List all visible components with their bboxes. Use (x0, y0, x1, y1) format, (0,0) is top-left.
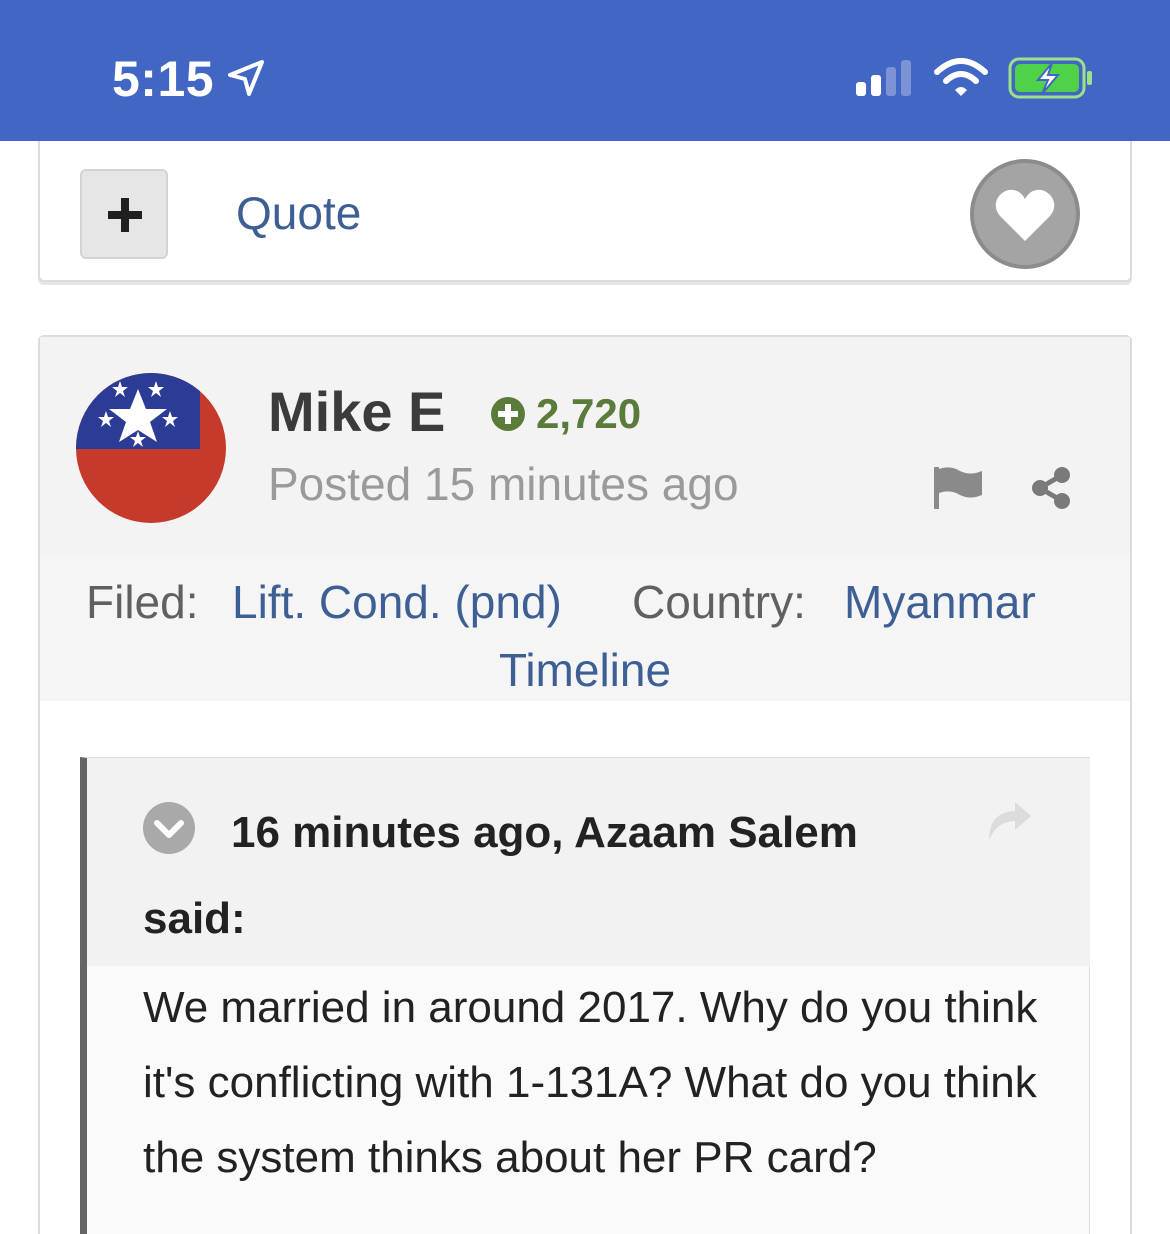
reputation-badge: 2,720 (490, 390, 642, 437)
report-flag-icon[interactable] (932, 465, 984, 511)
signal-icon (856, 60, 911, 96)
avatar[interactable] (76, 373, 226, 523)
quote-block: 16 minutes ago, Azaam Salem said: We mar… (80, 757, 1090, 1234)
post-header: Mike E 2,720 Posted 15 minutes ago (40, 337, 1130, 555)
timeline-link[interactable]: Timeline (40, 643, 1130, 697)
reputation-count: 2,720 (536, 390, 642, 437)
wifi-icon (934, 58, 988, 96)
status-bar: 5:15 (0, 0, 1170, 141)
reply-arrow-icon[interactable] (985, 800, 1033, 842)
previous-post-footer: Quote (38, 141, 1132, 282)
plus-circle-icon (491, 397, 525, 431)
battery-charging-icon (1008, 57, 1092, 99)
like-button[interactable] (970, 159, 1080, 269)
author-name[interactable]: Mike E (268, 379, 445, 444)
quote-header: 16 minutes ago, Azaam Salem said: (87, 758, 1090, 966)
status-time: 5:15 (112, 51, 215, 107)
post-card: Mike E 2,720 Posted 15 minutes ago Filed… (38, 335, 1132, 1234)
myanmar-flag-avatar (76, 373, 226, 523)
multiquote-button[interactable] (80, 169, 168, 259)
country-value-link[interactable]: Myanmar (844, 575, 1036, 629)
filed-value-link[interactable]: Lift. Cond. (pnd) (232, 575, 562, 629)
quote-button[interactable]: Quote (236, 186, 361, 240)
author-details: Filed: Lift. Cond. (pnd) Country: Myanma… (40, 555, 1130, 701)
country-label: Country: (632, 576, 806, 628)
location-arrow-icon (228, 60, 264, 96)
plus-icon (108, 198, 142, 232)
filed-label: Filed: (86, 576, 199, 628)
share-icon[interactable] (1028, 465, 1074, 511)
quote-body: We married in around 2017. Why do you th… (143, 983, 1038, 1182)
quote-attribution: 16 minutes ago, Azaam Salem said: (143, 808, 858, 943)
heart-icon (995, 189, 1055, 241)
posted-time: Posted 15 minutes ago (268, 458, 739, 510)
